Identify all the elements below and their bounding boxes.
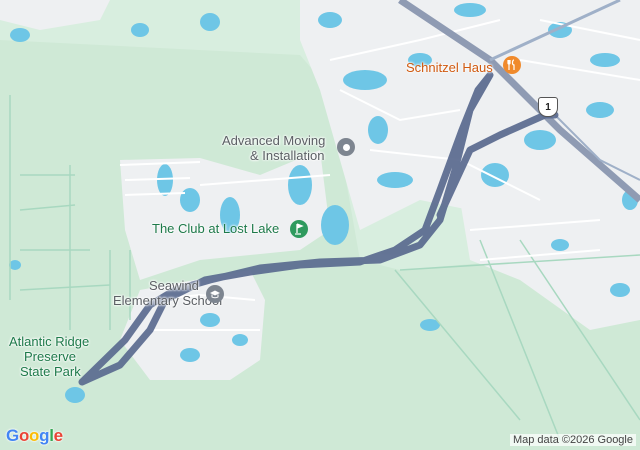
place-dot-icon[interactable] [337, 138, 355, 156]
logo-letter-o2: o [29, 426, 40, 445]
poi-label-seawind-line1[interactable]: Seawind [149, 278, 199, 294]
logo-letter-o1: o [18, 426, 30, 445]
golf-icon[interactable] [290, 220, 308, 238]
logo-letter-e: e [53, 426, 63, 445]
school-cap-icon[interactable] [206, 285, 224, 303]
map-canvas[interactable]: 1 Schnitzel Haus Advanced Moving & Insta… [0, 0, 640, 450]
route-shield: 1 [538, 97, 558, 117]
logo-letter-g: g [39, 426, 50, 445]
poi-label-atlantic-ridge-line1[interactable]: Atlantic Ridge [9, 334, 89, 350]
poi-label-atlantic-ridge-line3[interactable]: State Park [20, 364, 81, 380]
google-logo: Google [6, 426, 63, 446]
route-overlay[interactable] [0, 0, 640, 450]
fork-knife-icon[interactable] [503, 56, 521, 74]
poi-label-atlantic-ridge-line2[interactable]: Preserve [24, 349, 76, 365]
route-shield-number: 1 [545, 101, 551, 113]
poi-label-schnitzel-haus[interactable]: Schnitzel Haus [406, 60, 493, 76]
logo-letter-G: G [6, 426, 19, 445]
poi-label-advanced-moving-line2[interactable]: & Installation [250, 148, 324, 164]
poi-label-advanced-moving-line1[interactable]: Advanced Moving [222, 133, 325, 149]
poi-label-club-lost-lake[interactable]: The Club at Lost Lake [152, 221, 279, 237]
map-attribution[interactable]: Map data ©2026 Google [509, 434, 636, 446]
